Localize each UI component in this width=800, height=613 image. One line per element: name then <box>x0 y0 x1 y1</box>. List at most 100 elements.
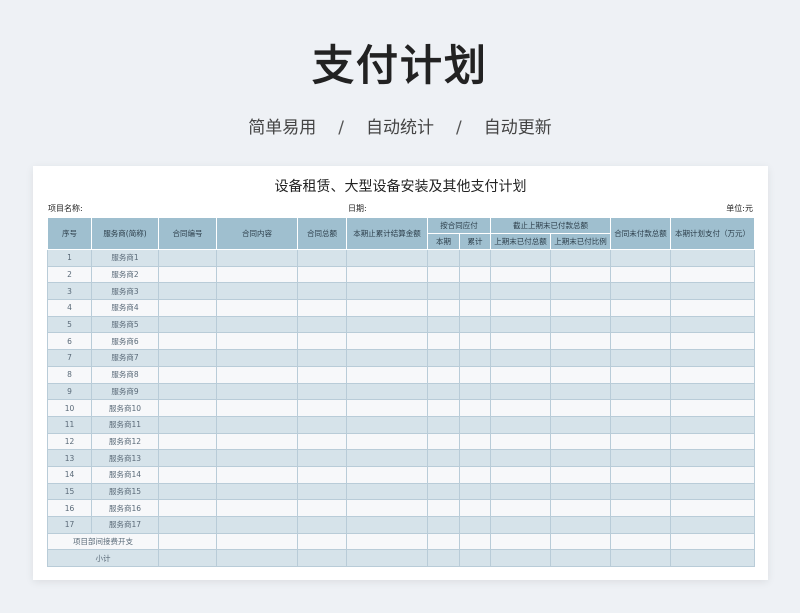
data-cell[interactable] <box>550 282 611 301</box>
data-cell[interactable] <box>346 415 428 434</box>
row-vendor[interactable]: 服务商3 <box>91 282 159 301</box>
data-cell[interactable] <box>346 516 428 534</box>
data-cell[interactable] <box>490 315 551 334</box>
data-cell[interactable] <box>610 549 671 568</box>
data-cell[interactable] <box>158 299 217 317</box>
data-cell[interactable] <box>459 449 491 467</box>
data-cell[interactable] <box>297 332 347 351</box>
data-cell[interactable] <box>427 265 460 284</box>
data-cell[interactable] <box>158 382 217 401</box>
data-cell[interactable] <box>550 265 611 284</box>
data-cell[interactable] <box>216 249 298 267</box>
data-cell[interactable] <box>459 365 491 384</box>
data-cell[interactable] <box>297 315 347 334</box>
row-vendor[interactable]: 服务商11 <box>91 415 159 434</box>
data-cell[interactable] <box>158 349 217 367</box>
data-cell[interactable] <box>610 349 671 367</box>
data-cell[interactable] <box>158 532 217 551</box>
data-cell[interactable] <box>550 499 611 517</box>
data-cell[interactable] <box>216 432 298 451</box>
data-cell[interactable] <box>490 465 551 484</box>
data-cell[interactable] <box>427 499 460 517</box>
data-cell[interactable] <box>670 249 755 267</box>
data-cell[interactable] <box>610 382 671 401</box>
data-cell[interactable] <box>158 549 217 568</box>
data-cell[interactable] <box>459 249 491 267</box>
row-vendor[interactable]: 服务商12 <box>91 432 159 451</box>
data-cell[interactable] <box>346 365 428 384</box>
data-cell[interactable] <box>550 432 611 451</box>
data-cell[interactable] <box>550 382 611 401</box>
data-cell[interactable] <box>670 499 755 517</box>
data-cell[interactable] <box>490 299 551 317</box>
data-cell[interactable] <box>216 399 298 417</box>
data-cell[interactable] <box>427 516 460 534</box>
data-cell[interactable] <box>427 365 460 384</box>
data-cell[interactable] <box>550 482 611 501</box>
data-cell[interactable] <box>670 382 755 401</box>
data-cell[interactable] <box>158 332 217 351</box>
data-cell[interactable] <box>216 415 298 434</box>
data-cell[interactable] <box>670 516 755 534</box>
row-vendor[interactable]: 服务商1 <box>91 249 159 267</box>
data-cell[interactable] <box>490 432 551 451</box>
data-cell[interactable] <box>550 516 611 534</box>
data-cell[interactable] <box>610 365 671 384</box>
data-cell[interactable] <box>550 349 611 367</box>
data-cell[interactable] <box>297 365 347 384</box>
data-cell[interactable] <box>490 399 551 417</box>
data-cell[interactable] <box>670 282 755 301</box>
data-cell[interactable] <box>427 482 460 501</box>
data-cell[interactable] <box>216 265 298 284</box>
data-cell[interactable] <box>346 315 428 334</box>
data-cell[interactable] <box>459 315 491 334</box>
data-cell[interactable] <box>427 532 460 551</box>
data-cell[interactable] <box>490 516 551 534</box>
row-vendor[interactable]: 服务商8 <box>91 365 159 384</box>
data-cell[interactable] <box>297 549 347 568</box>
data-cell[interactable] <box>346 332 428 351</box>
data-cell[interactable] <box>610 332 671 351</box>
row-vendor[interactable]: 服务商7 <box>91 349 159 367</box>
data-cell[interactable] <box>550 299 611 317</box>
data-cell[interactable] <box>459 282 491 301</box>
data-cell[interactable] <box>297 265 347 284</box>
data-cell[interactable] <box>427 299 460 317</box>
data-cell[interactable] <box>610 299 671 317</box>
data-cell[interactable] <box>550 365 611 384</box>
data-cell[interactable] <box>670 349 755 367</box>
data-cell[interactable] <box>427 432 460 451</box>
row-vendor[interactable]: 服务商2 <box>91 265 159 284</box>
data-cell[interactable] <box>610 516 671 534</box>
data-cell[interactable] <box>670 399 755 417</box>
data-cell[interactable] <box>158 516 217 534</box>
data-cell[interactable] <box>550 415 611 434</box>
data-cell[interactable] <box>610 265 671 284</box>
data-cell[interactable] <box>459 516 491 534</box>
data-cell[interactable] <box>216 365 298 384</box>
data-cell[interactable] <box>550 532 611 551</box>
data-cell[interactable] <box>490 482 551 501</box>
data-cell[interactable] <box>670 265 755 284</box>
data-cell[interactable] <box>216 516 298 534</box>
data-cell[interactable] <box>670 415 755 434</box>
data-cell[interactable] <box>297 249 347 267</box>
data-cell[interactable] <box>459 482 491 501</box>
data-cell[interactable] <box>216 449 298 467</box>
data-cell[interactable] <box>346 299 428 317</box>
data-cell[interactable] <box>297 349 347 367</box>
data-cell[interactable] <box>216 382 298 401</box>
data-cell[interactable] <box>670 332 755 351</box>
row-vendor[interactable]: 服务商5 <box>91 315 159 334</box>
data-cell[interactable] <box>670 482 755 501</box>
data-cell[interactable] <box>610 532 671 551</box>
data-cell[interactable] <box>427 549 460 568</box>
data-cell[interactable] <box>490 382 551 401</box>
data-cell[interactable] <box>459 549 491 568</box>
data-cell[interactable] <box>490 265 551 284</box>
row-vendor[interactable]: 服务商9 <box>91 382 159 401</box>
data-cell[interactable] <box>297 432 347 451</box>
data-cell[interactable] <box>610 315 671 334</box>
data-cell[interactable] <box>459 265 491 284</box>
data-cell[interactable] <box>158 482 217 501</box>
